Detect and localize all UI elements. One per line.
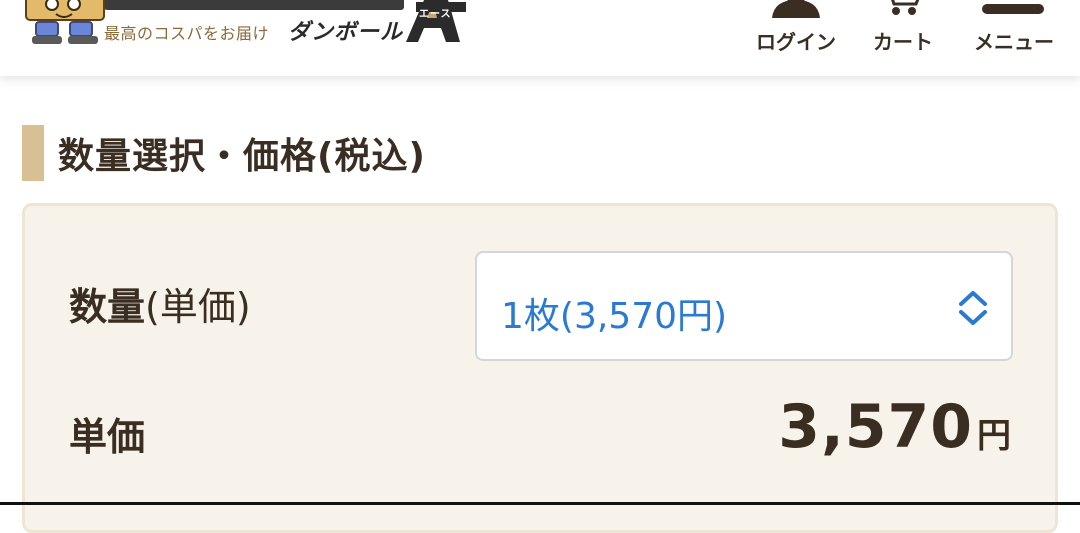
login-button[interactable]: ログイン <box>748 0 844 76</box>
chevron-updown-icon <box>959 291 987 325</box>
login-label: ログイン <box>756 30 836 54</box>
menu-icon <box>982 4 1044 14</box>
quantity-label-sub: (単価) <box>145 285 251 329</box>
cart-label: カート <box>873 30 933 54</box>
mascot-icon[interactable] <box>22 0 108 46</box>
quantity-label-main: 数量 <box>69 285 146 329</box>
unit-price-label: 単価 <box>69 415 146 459</box>
logo-ace-text: エース <box>419 9 452 20</box>
price-panel: 数量(単価) 1枚(3,570円) 単価 3,570 円 <box>22 203 1058 533</box>
logo-tagline: 最高のコスパをお届け <box>104 24 270 43</box>
site-header: 最高のコスパをお届け ダンボール エース ログイン カート メニュー <box>0 0 1080 76</box>
heading-accent-bar <box>22 125 44 181</box>
menu-button[interactable]: メニュー <box>962 0 1066 76</box>
quantity-select[interactable]: 1枚(3,570円) <box>475 251 1013 361</box>
person-icon <box>772 0 820 18</box>
unit-price-currency: 円 <box>977 416 1011 456</box>
unit-price: 3,570 円 <box>778 392 1011 462</box>
unit-price-value: 3,570 <box>778 392 973 462</box>
cart-button[interactable]: カート <box>862 0 944 76</box>
quantity-select-value: 1枚(3,570円) <box>501 296 728 337</box>
section-title: 数量選択・価格(税込) <box>58 136 426 177</box>
logo-banner <box>104 0 404 10</box>
quantity-label: 数量(単価) <box>69 276 251 331</box>
menu-label: メニュー <box>974 30 1054 54</box>
section-heading: 数量選択・価格(税込) <box>22 125 426 181</box>
cart-icon <box>891 0 920 15</box>
logo-brand-text[interactable]: ダンボール <box>288 14 403 46</box>
